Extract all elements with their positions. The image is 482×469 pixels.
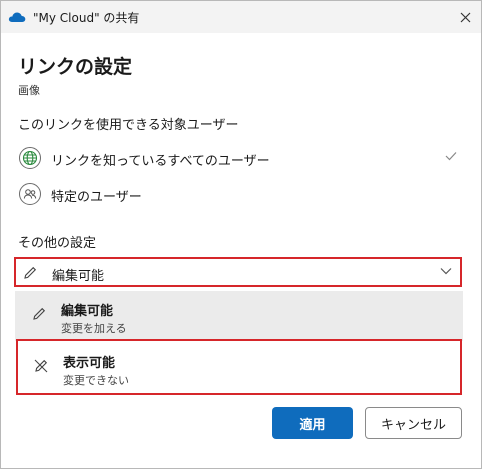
permission-select[interactable]: 編集可能 — [14, 257, 462, 287]
item-type-label: 画像 — [18, 84, 40, 97]
people-icon — [19, 183, 41, 205]
pencil-off-icon — [34, 359, 48, 373]
dropdown-item-description: 変更を加える — [61, 322, 127, 335]
audience-option-specific[interactable]: 特定のユーザー — [11, 178, 473, 212]
globe-icon — [19, 147, 41, 169]
dropdown-item-view[interactable]: 表示可能 変更できない — [16, 339, 462, 395]
dropdown-item-description: 変更できない — [63, 374, 129, 387]
checkmark-icon — [445, 152, 457, 161]
dropdown-item-title: 表示可能 — [63, 356, 116, 371]
onedrive-cloud-icon — [8, 12, 26, 22]
audience-option-label: リンクを知っているすべてのユーザー — [51, 154, 270, 169]
chevron-down-icon — [440, 268, 452, 275]
close-button[interactable] — [453, 6, 477, 28]
permission-select-value: 編集可能 — [52, 269, 105, 284]
permission-dropdown: 編集可能 変更を加える 表示可能 変更できない — [15, 291, 463, 395]
pencil-icon — [33, 307, 46, 320]
title-bar: "My Cloud" の共有 — [1, 1, 481, 33]
close-icon — [460, 12, 470, 22]
window-title: "My Cloud" の共有 — [33, 11, 140, 25]
apply-button[interactable]: 適用 — [272, 407, 353, 439]
audience-option-anyone[interactable]: リンクを知っているすべてのユーザー — [11, 142, 473, 176]
audience-option-label: 特定のユーザー — [51, 190, 142, 205]
dropdown-item-edit[interactable]: 編集可能 変更を加える — [15, 291, 463, 341]
other-settings-label: その他の設定 — [18, 236, 97, 251]
dropdown-item-title: 編集可能 — [61, 304, 114, 319]
pencil-icon — [24, 266, 37, 279]
audience-section-label: このリンクを使用できる対象ユーザー — [18, 118, 239, 133]
cancel-button[interactable]: キャンセル — [365, 407, 462, 439]
page-title: リンクの設定 — [18, 56, 133, 78]
share-dialog: "My Cloud" の共有 リンクの設定 画像 このリンクを使用できる対象ユー… — [0, 0, 482, 469]
